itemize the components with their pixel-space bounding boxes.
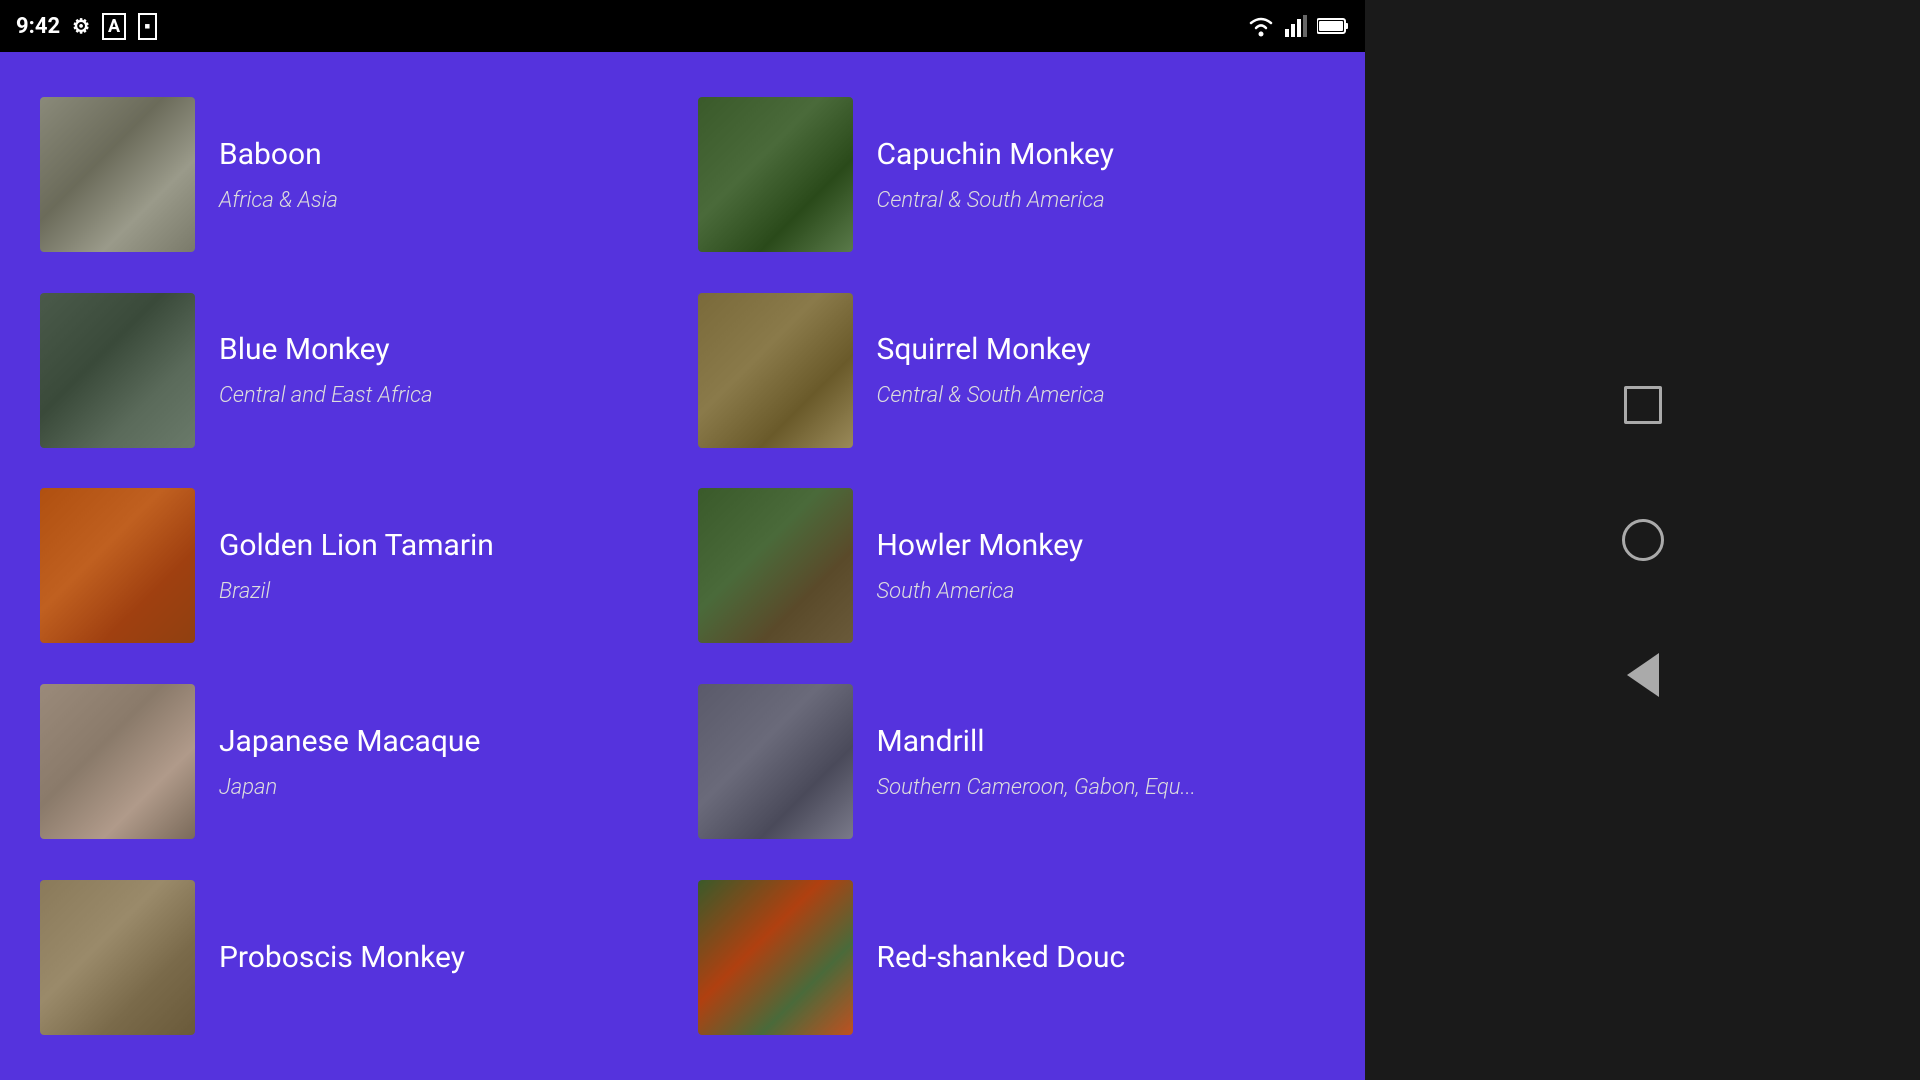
animal-image-japanese-macaque	[40, 684, 195, 839]
home-icon	[1622, 519, 1664, 561]
battery-icon	[1317, 17, 1349, 35]
animal-location-golden-lion-tamarin: Brazil	[219, 579, 494, 604]
animal-name-red-shanked-douc: Red-shanked Douc	[877, 940, 1126, 975]
animal-location-blue-monkey: Central and East Africa	[219, 383, 433, 408]
animal-image-squirrel-monkey	[698, 293, 853, 448]
animal-name-squirrel-monkey: Squirrel Monkey	[877, 332, 1105, 367]
animal-item-squirrel-monkey[interactable]: Squirrel Monkey Central & South America	[698, 278, 1326, 464]
animal-name-mandrill: Mandrill	[877, 724, 1196, 759]
wifi-icon	[1247, 15, 1275, 37]
nav-home-button[interactable]	[1615, 513, 1670, 568]
animal-location-japanese-macaque: Japan	[219, 775, 480, 800]
status-time: 9:42	[16, 14, 60, 39]
animal-item-mandrill[interactable]: Mandrill Southern Cameroon, Gabon, Equ...	[698, 669, 1326, 855]
animal-item-proboscis-monkey[interactable]: Proboscis Monkey	[40, 864, 668, 1050]
animal-item-red-shanked-douc[interactable]: Red-shanked Douc	[698, 864, 1326, 1050]
animal-name-baboon: Baboon	[219, 137, 338, 172]
animal-image-mandrill	[698, 684, 853, 839]
status-left: 9:42 ⚙ A ▪	[16, 13, 157, 40]
nav-recent-button[interactable]	[1615, 378, 1670, 433]
status-right	[1247, 15, 1349, 37]
settings-icon: ⚙	[72, 14, 90, 38]
animal-image-howler-monkey	[698, 488, 853, 643]
main-app: 9:42 ⚙ A ▪	[0, 0, 1365, 1080]
navigation-bar	[1365, 0, 1920, 1080]
animal-image-baboon	[40, 97, 195, 252]
signal-icon	[1285, 15, 1307, 37]
animal-item-golden-lion-tamarin[interactable]: Golden Lion Tamarin Brazil	[40, 473, 668, 659]
animal-image-red-shanked-douc	[698, 880, 853, 1035]
animal-item-capuchin[interactable]: Capuchin Monkey Central & South America	[698, 82, 1326, 268]
animal-name-golden-lion-tamarin: Golden Lion Tamarin	[219, 528, 494, 563]
animal-item-japanese-macaque[interactable]: Japanese Macaque Japan	[40, 669, 668, 855]
animal-image-blue-monkey	[40, 293, 195, 448]
animal-location-baboon: Africa & Asia	[219, 188, 338, 213]
animal-item-blue-monkey[interactable]: Blue Monkey Central and East Africa	[40, 278, 668, 464]
animal-image-proboscis-monkey	[40, 880, 195, 1035]
status-bar: 9:42 ⚙ A ▪	[0, 0, 1365, 52]
animal-location-squirrel-monkey: Central & South America	[877, 383, 1105, 408]
sd-icon: ▪	[138, 13, 156, 40]
animal-location-mandrill: Southern Cameroon, Gabon, Equ...	[877, 775, 1196, 800]
nav-back-button[interactable]	[1615, 648, 1670, 703]
animal-name-proboscis-monkey: Proboscis Monkey	[219, 940, 465, 975]
animal-name-capuchin: Capuchin Monkey	[877, 137, 1114, 172]
recent-apps-icon	[1624, 386, 1662, 424]
animal-location-howler-monkey: South America	[877, 579, 1084, 604]
animal-item-baboon[interactable]: Baboon Africa & Asia	[40, 82, 668, 268]
animal-image-golden-lion-tamarin	[40, 488, 195, 643]
animal-list: Baboon Africa & Asia Capuchin Monkey Centra…	[0, 52, 1365, 1080]
animal-image-capuchin	[698, 97, 853, 252]
accessibility-icon: A	[102, 13, 126, 40]
animal-name-blue-monkey: Blue Monkey	[219, 332, 433, 367]
animal-name-howler-monkey: Howler Monkey	[877, 528, 1084, 563]
animal-name-japanese-macaque: Japanese Macaque	[219, 724, 480, 759]
animal-item-howler-monkey[interactable]: Howler Monkey South America	[698, 473, 1326, 659]
animal-location-capuchin: Central & South America	[877, 188, 1114, 213]
back-icon	[1627, 653, 1659, 697]
